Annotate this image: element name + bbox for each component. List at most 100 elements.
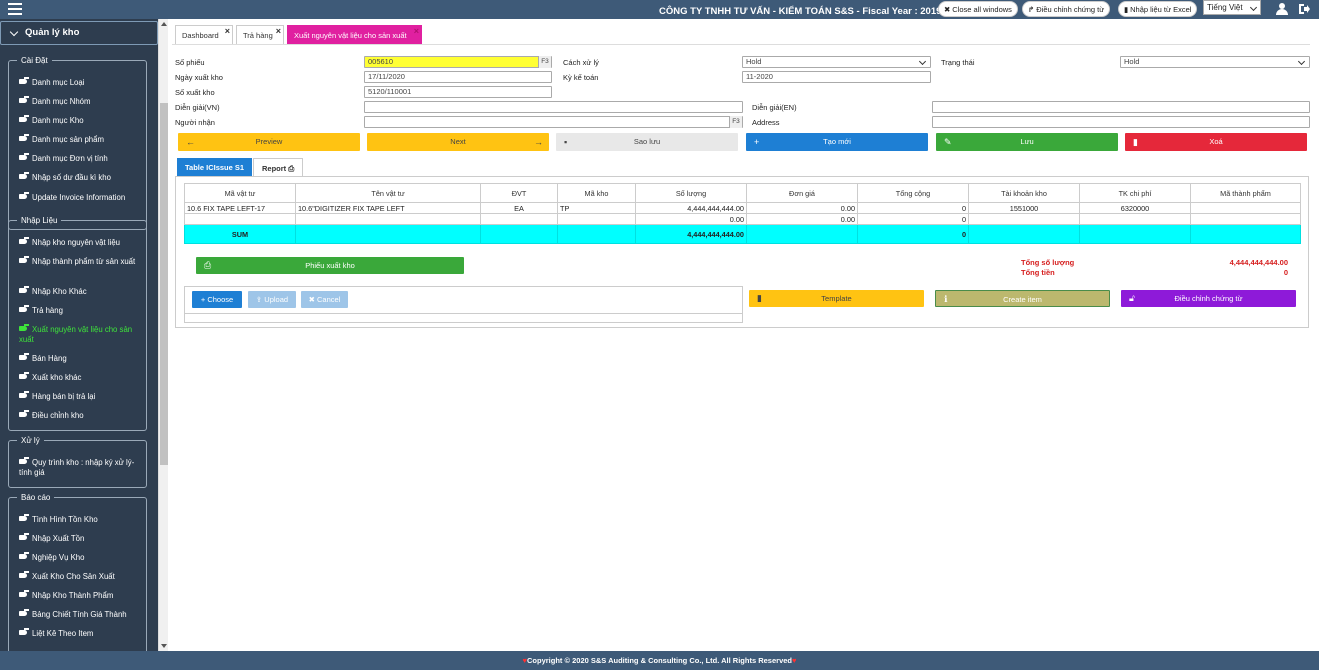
close-all-windows-button[interactable]: ✖ Close all windows bbox=[938, 1, 1018, 17]
tab-return[interactable]: Trả hàng × bbox=[236, 25, 284, 45]
save-copy-button[interactable]: ▪ Sao lưu bbox=[556, 133, 738, 151]
close-icon[interactable]: × bbox=[414, 21, 419, 41]
preview-button[interactable]: ← Preview bbox=[178, 133, 360, 151]
delete-button[interactable]: ▮ Xoá bbox=[1125, 133, 1307, 151]
column-header[interactable]: Tài khoản kho bbox=[968, 183, 1080, 203]
sidebar-item-products[interactable]: Danh mục sản phẩm bbox=[19, 134, 144, 145]
choose-button[interactable]: + Choose bbox=[192, 291, 242, 308]
column-header[interactable]: Mã thành phẩm bbox=[1190, 183, 1301, 203]
cach-xu-ly-select[interactable]: Hold bbox=[742, 56, 931, 68]
sidebar-item-warehouse-ops[interactable]: Nghiệp Vụ Kho bbox=[19, 552, 144, 563]
sidebar-item-return[interactable]: Trả hàng bbox=[19, 305, 144, 316]
sidebar-item-export-production[interactable]: Xuất Kho Cho Sản Xuất bbox=[19, 571, 144, 582]
column-header[interactable]: Tổng cộng bbox=[857, 183, 969, 203]
nguoi-nhan-input[interactable]: F3 bbox=[364, 116, 743, 128]
cell[interactable]: 4,444,444,444.00 bbox=[635, 202, 747, 214]
sidebar-item-sales-returns[interactable]: Hàng bán bị trả lại bbox=[19, 391, 144, 402]
sidebar-item-import-finished-report[interactable]: Nhập Kho Thành Phẩm bbox=[19, 590, 144, 601]
hamburger-menu-icon[interactable] bbox=[8, 3, 22, 15]
sidebar-item-update-invoice[interactable]: Update Invoice Information bbox=[19, 192, 144, 203]
column-header[interactable]: Mã vật tư bbox=[184, 183, 296, 203]
column-header[interactable]: Tên vật tư bbox=[295, 183, 481, 203]
sidebar-item-import-materials[interactable]: Nhập kho nguyên vật liệu bbox=[19, 237, 144, 248]
cell[interactable]: 10.6"DIGITIZER FIX TAPE LEFT bbox=[295, 202, 481, 214]
sidebar-item-by-item[interactable]: Liệt Kê Theo Item bbox=[19, 628, 144, 639]
cancel-button[interactable]: ✖ Cancel bbox=[301, 291, 348, 308]
scroll-up-icon[interactable] bbox=[161, 22, 167, 26]
cell[interactable]: 0.00 bbox=[635, 213, 747, 225]
cell[interactable] bbox=[480, 213, 558, 225]
adjust-voucher-top-button[interactable]: ↱ Điều chỉnh chứng từ bbox=[1022, 1, 1111, 17]
cell[interactable] bbox=[557, 213, 636, 225]
close-icon[interactable]: × bbox=[225, 21, 230, 41]
cell[interactable] bbox=[295, 213, 481, 225]
sidebar-item-costing[interactable]: Bảng Chiết Tính Giá Thành bbox=[19, 609, 144, 620]
address-input[interactable] bbox=[932, 116, 1310, 128]
dien-giai-en-input[interactable] bbox=[932, 101, 1310, 113]
sidebar-item-units[interactable]: Danh mục Đơn vị tính bbox=[19, 153, 144, 164]
upload-button[interactable]: ⇪ Upload bbox=[248, 291, 296, 308]
sidebar-item-warehouse[interactable]: Danh mục Kho bbox=[19, 115, 144, 126]
ngay-xuat-input[interactable]: 17/11/2020 bbox=[364, 71, 552, 83]
f3-lookup-button[interactable]: F3 bbox=[729, 116, 742, 128]
cell[interactable] bbox=[184, 213, 296, 225]
sidebar-item-in-out-balance[interactable]: Nhập Xuất Tồn bbox=[19, 533, 144, 544]
cell[interactable]: 6320000 bbox=[1079, 202, 1191, 214]
sidebar-item-export-other[interactable]: Xuất kho khác bbox=[19, 372, 144, 383]
ky-ke-toan-input[interactable]: 11-2020 bbox=[742, 71, 931, 83]
user-icon[interactable] bbox=[1276, 3, 1288, 15]
tab-report[interactable]: Report ⎙ bbox=[253, 158, 304, 177]
cell[interactable]: 0 bbox=[857, 202, 969, 214]
cell[interactable]: 1551000 bbox=[968, 202, 1080, 214]
sidebar-item-issue-materials[interactable]: Xuất nguyên vật liệu cho sản xuất bbox=[19, 324, 144, 345]
cell[interactable] bbox=[1190, 202, 1301, 214]
f3-lookup-button[interactable]: F3 bbox=[538, 56, 551, 68]
sidebar-item-import-finished[interactable]: Nhập thành phẩm từ sản xuất bbox=[19, 256, 144, 267]
language-select[interactable]: Tiếng Việt bbox=[1203, 0, 1261, 15]
scroll-thumb[interactable] bbox=[160, 103, 168, 465]
cell[interactable] bbox=[1079, 213, 1191, 225]
trang-thai-select[interactable]: Hold bbox=[1120, 56, 1310, 68]
sidebar-item-process[interactable]: Quy trình kho : nhập ký xử lý-tính giá bbox=[19, 457, 144, 478]
tab-table-icissue[interactable]: Table ICIssue S1 bbox=[177, 158, 253, 177]
cell[interactable] bbox=[968, 213, 1080, 225]
tab-dashboard[interactable]: Dashboard × bbox=[175, 25, 233, 45]
sidebar-scrollbar[interactable] bbox=[158, 19, 168, 651]
cell[interactable]: 0.00 bbox=[746, 202, 858, 214]
close-icon[interactable]: × bbox=[276, 21, 281, 41]
new-button[interactable]: + Tạo mới bbox=[746, 133, 928, 151]
cell[interactable]: 0.00 bbox=[746, 213, 858, 225]
so-phieu-input[interactable]: 005610 F3 bbox=[364, 56, 552, 68]
phieu-xuat-kho-button[interactable]: ⎙ Phiếu xuất kho bbox=[196, 257, 464, 274]
cell[interactable]: TP bbox=[557, 202, 636, 214]
so-xuat-input[interactable]: 5120/110001 bbox=[364, 86, 552, 98]
table-row[interactable]: 0.00 0.00 0 bbox=[184, 213, 1301, 225]
sidebar-item-category-group[interactable]: Danh mục Nhóm bbox=[19, 96, 144, 107]
sidebar-item-opening-balance[interactable]: Nhập số dư đầu kì kho bbox=[19, 172, 144, 183]
adjust-voucher-button[interactable]: 🔓︎ Điều chỉnh chứng từ bbox=[1121, 290, 1296, 307]
next-button[interactable]: Next → bbox=[367, 133, 549, 151]
column-header[interactable]: Đơn giá bbox=[746, 183, 858, 203]
cell[interactable] bbox=[1190, 213, 1301, 225]
logout-icon[interactable] bbox=[1298, 3, 1310, 15]
column-header[interactable]: Số lượng bbox=[635, 183, 747, 203]
cell[interactable]: 10.6 FIX TAPE LEFT-17 bbox=[184, 202, 296, 214]
scroll-down-icon[interactable] bbox=[161, 644, 167, 648]
dien-giai-vn-input[interactable] bbox=[364, 101, 743, 113]
sidebar-item-adjust-stock[interactable]: Điều chỉnh kho bbox=[19, 410, 144, 421]
module-header[interactable]: Quản lý kho bbox=[0, 21, 158, 45]
template-button[interactable]: ▮ Template bbox=[749, 290, 924, 307]
table-row[interactable]: 10.6 FIX TAPE LEFT-17 10.6"DIGITIZER FIX… bbox=[184, 202, 1301, 214]
cell[interactable]: 0 bbox=[857, 213, 969, 225]
sidebar-item-sales[interactable]: Bán Hàng bbox=[19, 353, 144, 364]
create-item-button[interactable]: ℹ Create item bbox=[935, 290, 1110, 307]
column-header[interactable]: ĐVT bbox=[480, 183, 558, 203]
save-button[interactable]: ✎ Lưu bbox=[936, 133, 1118, 151]
sidebar-item-stock-status[interactable]: Tình Hình Tồn Kho bbox=[19, 514, 144, 525]
sidebar-item-category-type[interactable]: Danh mục Loại bbox=[19, 77, 144, 88]
column-header[interactable]: Mã kho bbox=[557, 183, 636, 203]
tab-issue-materials[interactable]: Xuất nguyên vật liệu cho sản xuất × bbox=[287, 25, 422, 45]
sidebar-item-import-other[interactable]: Nhập Kho Khác bbox=[19, 286, 144, 297]
import-excel-button[interactable]: ▮ Nhập liệu từ Excel bbox=[1118, 1, 1198, 17]
cell[interactable]: EA bbox=[480, 202, 558, 214]
